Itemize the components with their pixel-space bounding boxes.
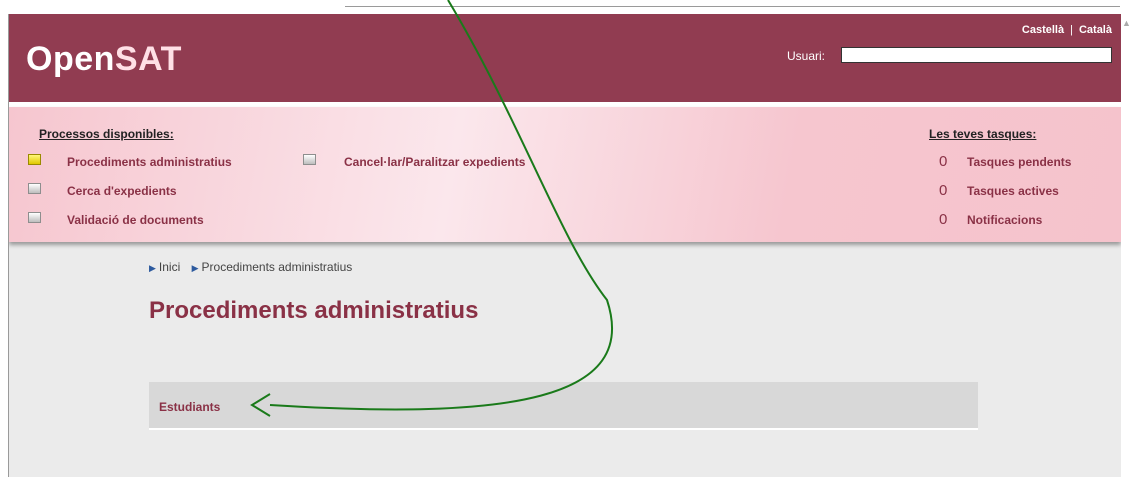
checkbox-icon xyxy=(28,154,41,165)
list-item-row[interactable]: Estudiants xyxy=(149,382,978,430)
task-pendents-link[interactable]: Tasques pendents xyxy=(967,155,1071,169)
task-count: 0 xyxy=(939,153,948,170)
lang-separator: | xyxy=(1070,24,1073,36)
top-border-line xyxy=(345,6,1120,7)
language-switcher: Castellà | Català xyxy=(1022,24,1112,36)
breadcrumb-current[interactable]: Procediments administratius xyxy=(202,260,353,274)
breadcrumb-arrow-icon: ▶ xyxy=(149,263,156,273)
user-label: Usuari: xyxy=(787,49,826,63)
list-item-estudiants[interactable]: Estudiants xyxy=(159,400,220,414)
breadcrumb-inici-link[interactable]: Inici xyxy=(159,260,180,274)
page-title: Procediments administratius xyxy=(149,297,479,324)
checkbox-icon xyxy=(303,154,316,165)
task-notificacions-link[interactable]: Notificacions xyxy=(967,213,1042,227)
logo-sat-text: SAT xyxy=(114,40,182,78)
breadcrumb-arrow-icon: ▶ xyxy=(191,263,199,273)
scrollbar-up-arrow-icon[interactable]: ▲ xyxy=(1121,14,1132,32)
logo-open-text: Open xyxy=(26,40,115,78)
processes-title: Processos disponibles: xyxy=(39,127,174,141)
checkbox-icon xyxy=(28,212,41,223)
task-count: 0 xyxy=(939,182,948,199)
process-cerca-link[interactable]: Cerca d'expedients xyxy=(67,184,177,198)
process-panel: Processos disponibles: Procediments admi… xyxy=(9,107,1121,242)
task-actives-link[interactable]: Tasques actives xyxy=(967,184,1059,198)
process-procediments-link[interactable]: Procediments administratius xyxy=(67,155,232,169)
logo[interactable]: OpenSAT xyxy=(26,40,182,79)
user-input[interactable] xyxy=(841,47,1112,63)
breadcrumb: ▶ Inici ▶ Procediments administratius xyxy=(149,260,360,274)
lang-catala-link[interactable]: Català xyxy=(1079,24,1112,36)
header-bar: OpenSAT Castellà | Català Usuari: xyxy=(9,14,1121,102)
process-validacio-link[interactable]: Validació de documents xyxy=(67,213,204,227)
app-frame: OpenSAT Castellà | Català Usuari: Processo… xyxy=(8,14,1121,477)
tasks-title: Les teves tasques: xyxy=(929,127,1037,141)
task-count: 0 xyxy=(939,211,948,228)
checkbox-icon xyxy=(28,183,41,194)
lang-castella-link[interactable]: Castellà xyxy=(1022,24,1064,36)
process-cancel-link[interactable]: Cancel·lar/Paralitzar expedients xyxy=(344,155,525,169)
